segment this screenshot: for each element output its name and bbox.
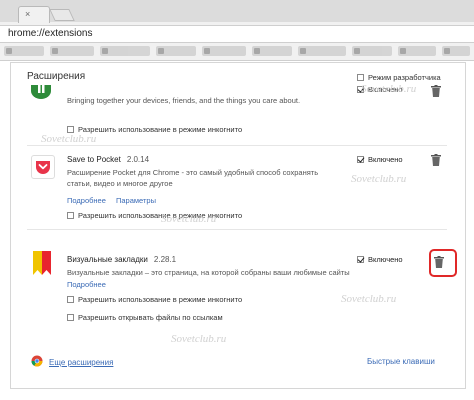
extension-name-text: Визуальные закладки — [67, 255, 148, 264]
keyboard-shortcuts-link[interactable]: Быстрые клавиши — [367, 357, 435, 366]
enabled-label: Включено — [368, 155, 403, 164]
separator — [27, 229, 447, 230]
page-title: Расширения — [27, 71, 86, 82]
chrome-store-icon — [31, 355, 43, 367]
separator — [27, 145, 447, 146]
remove-button-highlight — [429, 249, 457, 277]
bookmark-item[interactable] — [298, 46, 346, 56]
watermark: Sovetclub.ru — [341, 293, 397, 305]
details-link[interactable]: Подробнее — [67, 280, 106, 289]
trash-icon[interactable] — [431, 154, 441, 166]
option-label: Разрешить использование в режиме инкогни… — [78, 295, 243, 304]
file-urls-checkbox[interactable] — [67, 314, 74, 321]
extension-description: Bringing together your devices, friends,… — [67, 96, 301, 105]
bookmark-icon — [158, 48, 164, 54]
watermark: Sovetclub.ru — [351, 173, 407, 185]
enabled-checkbox[interactable] — [357, 156, 364, 163]
option-label: Разрешить использование в режиме инкогни… — [78, 125, 243, 134]
watermark: Sovetclub.ru — [171, 333, 227, 345]
bookmark-icon — [204, 48, 210, 54]
tab-strip: × — [0, 0, 474, 23]
incognito-checkbox[interactable] — [67, 212, 74, 219]
bookmark-item[interactable] — [50, 46, 94, 56]
address-bar[interactable]: hrome://extensions — [0, 25, 474, 43]
bookmark-icon — [254, 48, 260, 54]
tab-close-icon[interactable]: × — [25, 9, 30, 19]
pocket-app-icon — [31, 155, 55, 179]
enabled-checkbox[interactable] — [357, 256, 364, 263]
bookmark-item[interactable] — [398, 46, 436, 56]
bookmarks-bar — [0, 43, 474, 59]
extensions-page: Расширения Режим разработчика Bringing t… — [10, 62, 466, 389]
bookmark-item[interactable] — [156, 46, 196, 56]
keyboard-shortcuts[interactable]: Быстрые клавиши — [367, 357, 435, 366]
extension-name: Save to Pocket 2.0.14 — [67, 155, 149, 164]
enabled-toggle[interactable]: Включено — [357, 155, 403, 164]
more-extensions[interactable]: Еще расширения — [31, 355, 113, 367]
address-bar-url: hrome://extensions — [8, 28, 93, 39]
bookmark-icon — [444, 48, 450, 54]
dev-mode-toggle[interactable]: Режим разработчика — [357, 73, 441, 82]
bookmark-item[interactable] — [352, 46, 392, 56]
extension-description: Визуальные закладки – это страница, на к… — [67, 268, 350, 277]
details-link[interactable]: Подробнее — [67, 196, 106, 205]
watermark: Sovetclub.ru — [161, 213, 217, 225]
extension-name-text: Save to Pocket — [67, 155, 121, 164]
bookmark-item[interactable] — [202, 46, 246, 56]
incognito-checkbox[interactable] — [67, 296, 74, 303]
incognito-checkbox[interactable] — [67, 126, 74, 133]
bookmark-icon — [300, 48, 306, 54]
dev-mode-checkbox[interactable] — [357, 74, 364, 81]
bookmark-icon — [52, 48, 58, 54]
option-label: Разрешить открывать файлы по ссылкам — [78, 313, 223, 322]
extension-version: 2.28.1 — [153, 255, 177, 264]
extension-version: 2.0.14 — [126, 155, 150, 164]
extension-green-icon — [31, 85, 51, 99]
bookmark-item[interactable] — [4, 46, 44, 56]
new-tab-button[interactable] — [49, 9, 75, 21]
bookmark-item[interactable] — [442, 46, 470, 56]
browser-chrome: × hrome://extensions — [0, 0, 474, 61]
extension-links: Подробнее — [67, 280, 106, 289]
enabled-toggle[interactable]: Включено — [357, 255, 403, 264]
incognito-option[interactable]: Разрешить использование в режиме инкогни… — [67, 295, 242, 304]
watermark: Sovetclub.ru — [361, 83, 417, 95]
file-urls-option[interactable]: Разрешить открывать файлы по ссылкам — [67, 313, 223, 322]
pocket-icon — [36, 161, 50, 174]
bookmark-icon — [400, 48, 406, 54]
extension-name: Визуальные закладки 2.28.1 — [67, 255, 176, 264]
trash-icon[interactable] — [431, 85, 441, 97]
bookmark-item[interactable] — [100, 46, 150, 56]
enabled-label: Включено — [368, 255, 403, 264]
extension-description: Расширение Pocket для Chrome - это самый… — [67, 168, 319, 188]
bookmark-item[interactable] — [252, 46, 292, 56]
browser-tab[interactable]: × — [18, 6, 50, 23]
yandex-bookmarks-icon — [33, 251, 51, 275]
extension-links: Подробнее Параметры — [67, 196, 156, 205]
dev-mode-label: Режим разработчика — [368, 73, 441, 82]
bookmark-icon — [6, 48, 12, 54]
bookmark-icon — [102, 48, 108, 54]
watermark: Sovetclub.ru — [41, 133, 97, 145]
options-link[interactable]: Параметры — [116, 196, 156, 205]
bookmark-icon — [354, 48, 360, 54]
more-extensions-link[interactable]: Еще расширения — [49, 358, 113, 367]
